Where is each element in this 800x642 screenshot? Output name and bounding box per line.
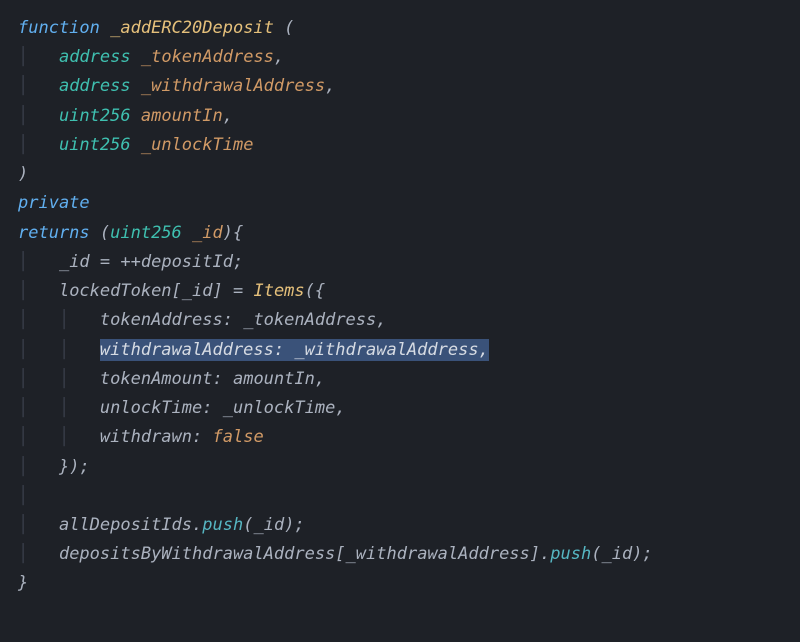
lhs: _id [59, 252, 90, 272]
field-key: unlockTime [100, 398, 202, 418]
keyword-returns: returns [18, 223, 90, 243]
eq-op: = ++ [90, 252, 141, 272]
map-key: _withdrawalAddress [346, 544, 530, 564]
method-push: push [550, 544, 591, 564]
field-key: tokenAmount [100, 369, 213, 389]
comma: , [315, 369, 325, 389]
field-val: _unlockTime [223, 398, 336, 418]
code-line: private [18, 189, 782, 218]
map-ident: lockedToken [59, 281, 172, 301]
comma: , [335, 398, 345, 418]
param-type: address [59, 47, 131, 67]
literal-false: false [213, 427, 264, 447]
code-line: returns (uint256 _id){ [18, 219, 782, 248]
arg: _id [601, 544, 632, 564]
code-line: │ address _withdrawalAddress, [18, 72, 782, 101]
bracket-open: [ [172, 281, 182, 301]
code-block: function _addERC20Deposit ( │ address _t… [18, 14, 782, 599]
paren-close-semi: ); [284, 515, 304, 535]
returns-close-brace: ){ [223, 223, 243, 243]
map-ident: depositsByWithdrawalAddress [59, 544, 335, 564]
bracket-close-eq: ] = [213, 281, 254, 301]
colon: : [223, 310, 243, 330]
struct-close: }); [59, 457, 90, 477]
code-line: │ uint256 amountIn, [18, 102, 782, 131]
param-name: amountIn [141, 106, 223, 126]
paren-close-semi: ); [632, 544, 652, 564]
map-key: _id [182, 281, 213, 301]
close-paren: ) [18, 164, 28, 184]
return-type: uint256 [110, 223, 182, 243]
semicolon: ; [233, 252, 243, 272]
code-line: │ depositsByWithdrawalAddress[_withdrawa… [18, 540, 782, 569]
param-type: address [59, 76, 131, 96]
field-key: withdrawn [100, 427, 192, 447]
method-push: push [202, 515, 243, 535]
comma: , [376, 310, 386, 330]
keyword-private: private [18, 193, 90, 213]
struct-open: ({ [305, 281, 325, 301]
param-name: _unlockTime [141, 135, 254, 155]
bracket-open: [ [335, 544, 345, 564]
code-line: │ address _tokenAddress, [18, 43, 782, 72]
returns-open: ( [90, 223, 110, 243]
paren-open: ( [243, 515, 253, 535]
field-val: amountIn [233, 369, 315, 389]
code-line: │ lockedToken[_id] = Items({ [18, 277, 782, 306]
code-line: │ _id = ++depositId; [18, 248, 782, 277]
field-key: tokenAddress [100, 310, 223, 330]
colon: : [192, 427, 212, 447]
code-line-highlighted: │ │ withdrawalAddress: _withdrawalAddres… [18, 336, 782, 365]
param-name: _tokenAddress [141, 47, 274, 67]
param-type: uint256 [59, 135, 131, 155]
code-line: function _addERC20Deposit ( [18, 14, 782, 43]
highlighted-text: withdrawalAddress: _withdrawalAddress, [100, 339, 489, 361]
function-name: _addERC20Deposit [110, 18, 274, 38]
code-line: │ │ tokenAmount: amountIn, [18, 365, 782, 394]
function-close-brace: } [18, 573, 28, 593]
param-type: uint256 [59, 106, 131, 126]
keyword-function: function [18, 18, 100, 38]
code-line: │ allDepositIds.push(_id); [18, 511, 782, 540]
code-line: │ │ tokenAddress: _tokenAddress, [18, 306, 782, 335]
return-name: _id [192, 223, 223, 243]
paren-open: ( [591, 544, 601, 564]
code-line: │ uint256 _unlockTime [18, 131, 782, 160]
arg: _id [253, 515, 284, 535]
code-line: │ }); [18, 453, 782, 482]
struct-name: Items [253, 281, 304, 301]
field-val: _tokenAddress [243, 310, 376, 330]
colon: : [212, 369, 232, 389]
code-line: } [18, 569, 782, 598]
open-paren: ( [274, 18, 294, 38]
colon: : [202, 398, 222, 418]
rhs: depositId [141, 252, 233, 272]
code-line-blank: │ [18, 482, 782, 511]
code-line: │ │ unlockTime: _unlockTime, [18, 394, 782, 423]
array-ident: allDepositIds [59, 515, 192, 535]
dot: . [192, 515, 202, 535]
bracket-close-dot: ]. [530, 544, 550, 564]
code-line: │ │ withdrawn: false [18, 423, 782, 452]
code-line: ) [18, 160, 782, 189]
param-name: _withdrawalAddress [141, 76, 325, 96]
